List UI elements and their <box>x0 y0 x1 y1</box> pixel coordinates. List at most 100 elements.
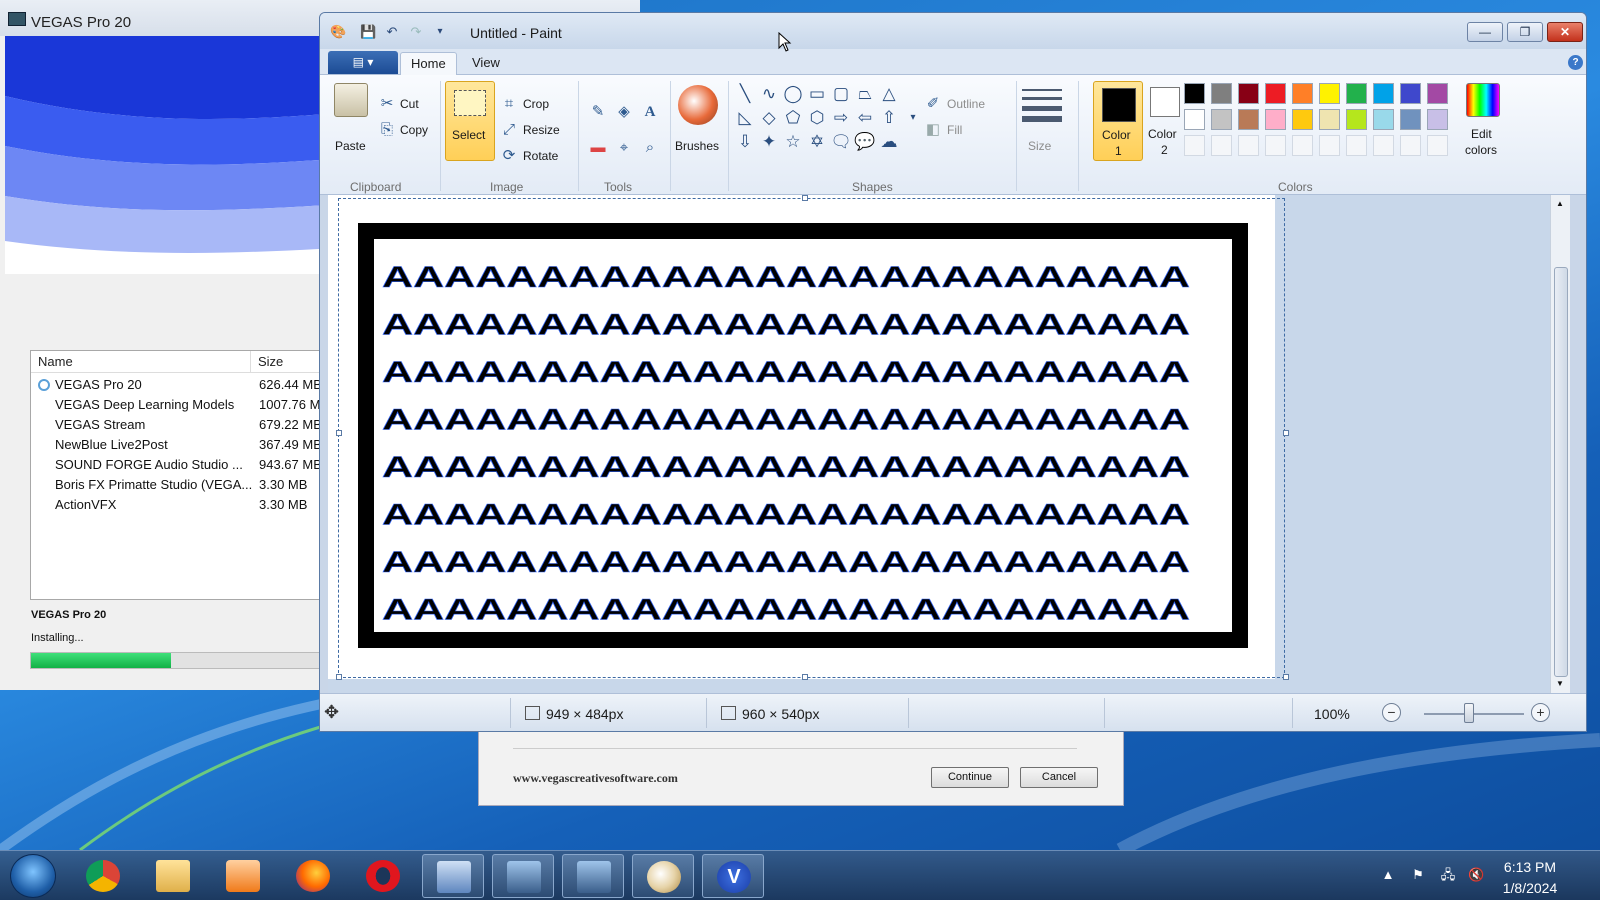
palette-swatch[interactable] <box>1211 83 1232 104</box>
brushes-button[interactable]: Brushes <box>675 139 719 153</box>
text-tool-icon[interactable]: A <box>638 103 662 121</box>
customize-quick-access-icon[interactable]: ▾ <box>432 24 448 40</box>
taskbar-chrome[interactable] <box>72 854 134 898</box>
tab-home[interactable]: Home <box>400 52 457 75</box>
list-item[interactable]: ActionVFX 3.30 MB <box>31 495 329 515</box>
help-icon[interactable]: ? <box>1568 55 1583 70</box>
palette-swatch[interactable] <box>1292 83 1313 104</box>
taskbar-installer-2[interactable] <box>562 854 624 898</box>
rounded-rectangle-shape-icon[interactable]: ▢ <box>830 83 852 105</box>
scrollbar-thumb[interactable] <box>1554 267 1568 677</box>
palette-custom-slot[interactable] <box>1238 135 1259 156</box>
six-point-star-shape-icon[interactable]: ✡ <box>806 131 828 153</box>
network-icon[interactable]: 🖧 <box>1440 867 1456 883</box>
color1-button[interactable]: Color 1 <box>1093 81 1143 161</box>
line-shape-icon[interactable]: ╲ <box>734 83 756 105</box>
list-item[interactable]: Boris FX Primatte Studio (VEGA... 3.30 MB <box>31 475 329 495</box>
palette-swatch[interactable] <box>1427 83 1448 104</box>
palette-swatch[interactable] <box>1319 109 1340 130</box>
callout-rectangle-shape-icon[interactable]: 🗨 <box>830 131 852 153</box>
save-icon[interactable]: 💾 <box>360 24 376 40</box>
clock-time[interactable]: 6:13 PM <box>1490 859 1570 875</box>
up-arrow-shape-icon[interactable]: ⇧ <box>878 107 900 129</box>
palette-custom-slot[interactable] <box>1346 135 1367 156</box>
diamond-shape-icon[interactable]: ◇ <box>758 107 780 129</box>
scroll-down-icon[interactable]: ▼ <box>1556 679 1564 688</box>
taskbar-opera[interactable] <box>352 854 414 898</box>
undo-icon[interactable]: ↶ <box>384 24 400 40</box>
resize-handle-bottom-left[interactable] <box>336 674 342 680</box>
left-arrow-shape-icon[interactable]: ⇦ <box>854 107 876 129</box>
column-header-name[interactable]: Name <box>31 351 251 373</box>
vegas-website-link[interactable]: www.vegascreativesoftware.com <box>513 771 678 786</box>
paint-menu-button[interactable]: ▤ ▾ <box>328 51 398 74</box>
zoom-out-button[interactable]: − <box>1382 703 1401 722</box>
down-arrow-shape-icon[interactable]: ⇩ <box>734 131 756 153</box>
taskbar-remote-desktop[interactable] <box>422 854 484 898</box>
cut-button[interactable]: Cut <box>400 97 419 111</box>
triangle-shape-icon[interactable]: △ <box>878 83 900 105</box>
list-item[interactable]: VEGAS Pro 20 626.44 MB <box>31 375 329 395</box>
pencil-icon[interactable]: ✎ <box>586 103 610 121</box>
taskbar-file-explorer[interactable] <box>142 854 204 898</box>
palette-swatch[interactable] <box>1373 109 1394 130</box>
scroll-up-icon[interactable]: ▲ <box>1556 199 1564 208</box>
list-item[interactable]: VEGAS Stream 679.22 MB <box>31 415 329 435</box>
resize-handle-bottom[interactable] <box>802 674 808 680</box>
rectangle-shape-icon[interactable]: ▭ <box>806 83 828 105</box>
shapes-more-icon[interactable]: ▾ <box>902 107 924 129</box>
size-button[interactable]: Size <box>1028 139 1051 153</box>
canvas-scroll-area[interactable]: AAAAAAAAAAAAAAAAAAAAAAAAAA AAAAAAAAAAAAAA… <box>328 195 1550 695</box>
edit-colors-button[interactable]: Edit <box>1471 127 1492 141</box>
volume-muted-icon[interactable]: 🔇 <box>1468 867 1484 883</box>
outline-button[interactable]: Outline <box>947 97 985 111</box>
tab-view[interactable]: View <box>462 52 510 75</box>
action-center-flag-icon[interactable]: ⚑ <box>1410 867 1426 883</box>
edit-colors-button-line2[interactable]: colors <box>1465 143 1497 157</box>
fill-button[interactable]: Fill <box>947 123 962 137</box>
zoom-slider-thumb[interactable] <box>1464 703 1474 723</box>
paint-titlebar[interactable]: 🎨 💾 ↶ ↷ ▾ Untitled - Paint — ❐ ✕ <box>320 13 1586 49</box>
resize-handle-corner[interactable] <box>1283 674 1289 680</box>
clock-date[interactable]: 1/8/2024 <box>1490 880 1570 896</box>
palette-swatch[interactable] <box>1184 83 1205 104</box>
curve-shape-icon[interactable]: ∿ <box>758 83 780 105</box>
palette-swatch[interactable] <box>1400 109 1421 130</box>
polygon-shape-icon[interactable]: ⏢ <box>854 83 876 105</box>
cancel-button[interactable]: Cancel <box>1020 767 1098 788</box>
crop-button[interactable]: Crop <box>523 97 549 111</box>
fill-bucket-icon[interactable]: ◈ <box>612 103 636 121</box>
palette-custom-slot[interactable] <box>1373 135 1394 156</box>
minimize-button[interactable]: — <box>1467 22 1503 42</box>
right-arrow-shape-icon[interactable]: ⇨ <box>830 107 852 129</box>
palette-swatch[interactable] <box>1400 83 1421 104</box>
redo-icon[interactable]: ↷ <box>408 24 424 40</box>
callout-oval-shape-icon[interactable]: 💬 <box>854 131 876 153</box>
color2-button[interactable]: Color <box>1148 127 1177 141</box>
palette-custom-slot[interactable] <box>1427 135 1448 156</box>
palette-swatch[interactable] <box>1265 109 1286 130</box>
zoom-in-button[interactable]: + <box>1531 703 1550 722</box>
palette-swatch[interactable] <box>1427 109 1448 130</box>
palette-swatch[interactable] <box>1265 83 1286 104</box>
resize-handle-left[interactable] <box>336 430 342 436</box>
magnifier-icon[interactable]: ⌕ <box>638 139 662 157</box>
palette-custom-slot[interactable] <box>1265 135 1286 156</box>
resize-handle-right[interactable] <box>1283 430 1289 436</box>
palette-swatch[interactable] <box>1238 109 1259 130</box>
hexagon-shape-icon[interactable]: ⬡ <box>806 107 828 129</box>
taskbar-installer-1[interactable] <box>492 854 554 898</box>
palette-swatch[interactable] <box>1292 109 1313 130</box>
palette-custom-slot[interactable] <box>1319 135 1340 156</box>
paste-button[interactable]: Paste <box>335 139 366 153</box>
select-button[interactable]: Select <box>445 81 495 161</box>
dialog-dropdown[interactable] <box>513 729 1077 749</box>
taskbar-media-player[interactable] <box>212 854 274 898</box>
list-item[interactable]: VEGAS Deep Learning Models 1007.76 MB <box>31 395 329 415</box>
zoom-slider[interactable] <box>1424 713 1524 715</box>
component-list[interactable]: Name Size VEGAS Pro 20 626.44 MB VEGAS De… <box>30 350 330 600</box>
palette-swatch[interactable] <box>1211 109 1232 130</box>
taskbar-paint[interactable] <box>632 854 694 898</box>
start-button[interactable] <box>10 854 56 898</box>
palette-swatch[interactable] <box>1346 109 1367 130</box>
